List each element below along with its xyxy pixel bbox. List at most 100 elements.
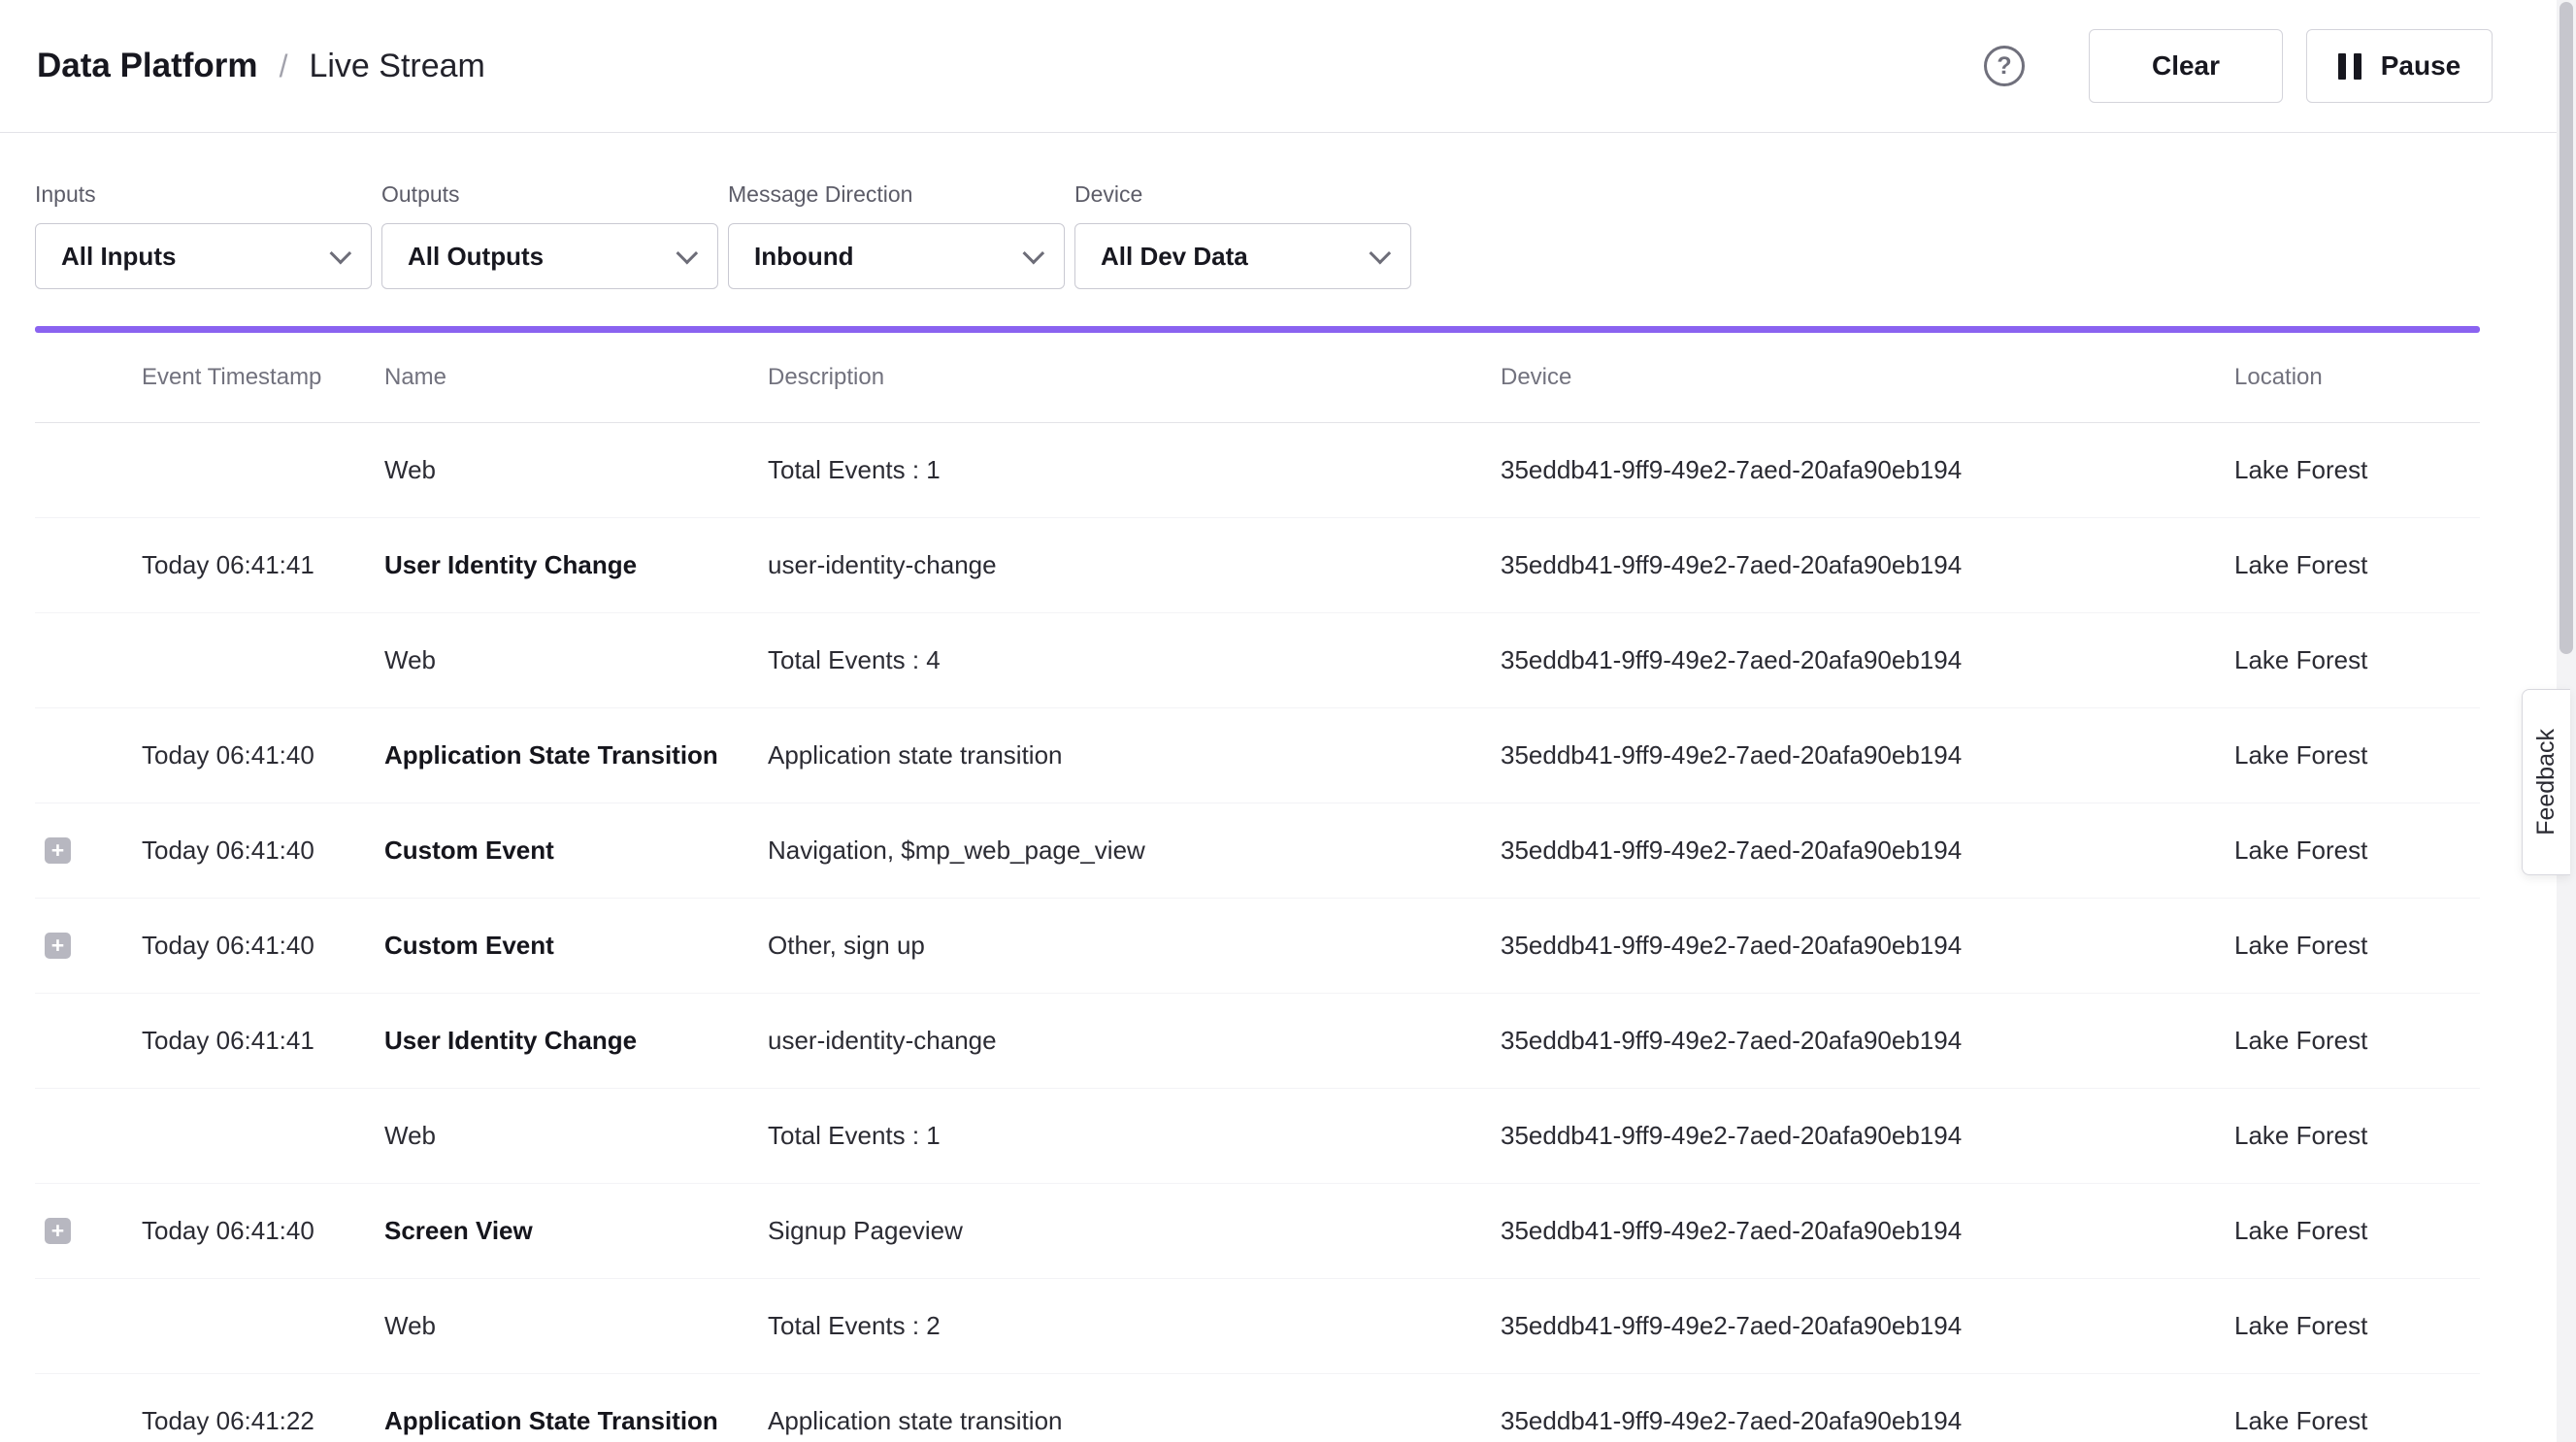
expand-cell: + xyxy=(35,1028,142,1054)
column-header-event-timestamp: Event Timestamp xyxy=(142,364,384,391)
breadcrumb-separator: / xyxy=(280,49,288,84)
scrollbar-thumb[interactable] xyxy=(2559,2,2573,654)
event-device-id: 35eddb41-9ff9-49e2-7aed-20afa90eb194 xyxy=(1501,1121,2234,1151)
event-table: Event Timestamp Name Description Device … xyxy=(35,333,2480,1442)
filter-bar: Inputs All Inputs Outputs All Outputs Me… xyxy=(0,133,2576,289)
expand-cell: + xyxy=(35,552,142,578)
expand-cell: + xyxy=(35,1218,142,1244)
column-header-device: Device xyxy=(1501,364,2234,391)
event-table-body: + Web Total Events : 1 35eddb41-9ff9-49e… xyxy=(35,423,2480,1442)
pause-button-label: Pause xyxy=(2381,50,2461,82)
event-timestamp: Today 06:41:41 xyxy=(142,550,384,580)
event-location: Lake Forest xyxy=(2234,1406,2480,1436)
expand-cell: + xyxy=(35,933,142,959)
event-description: Total Events : 1 xyxy=(768,1121,1501,1151)
column-header-location: Location xyxy=(2234,364,2480,391)
message-direction-select[interactable]: Inbound xyxy=(728,223,1065,289)
event-location: Lake Forest xyxy=(2234,645,2480,675)
filter-group-inputs: Inputs All Inputs xyxy=(35,181,372,289)
outputs-select[interactable]: All Outputs xyxy=(381,223,718,289)
expand-row-icon[interactable]: + xyxy=(45,1218,71,1244)
event-device-id: 35eddb41-9ff9-49e2-7aed-20afa90eb194 xyxy=(1501,645,2234,675)
event-name: Application State Transition xyxy=(384,740,768,770)
event-description: Application state transition xyxy=(768,740,1501,770)
chevron-down-icon xyxy=(1023,243,1045,265)
device-select-value: All Dev Data xyxy=(1101,242,1248,272)
accent-bar xyxy=(35,326,2480,333)
event-description: Total Events : 1 xyxy=(768,455,1501,485)
event-name: Web xyxy=(384,1311,768,1341)
event-row[interactable]: + Today 06:41:41 User Identity Change us… xyxy=(35,994,2480,1089)
event-device-id: 35eddb41-9ff9-49e2-7aed-20afa90eb194 xyxy=(1501,1216,2234,1246)
event-timestamp: Today 06:41:40 xyxy=(142,836,384,866)
event-device-id: 35eddb41-9ff9-49e2-7aed-20afa90eb194 xyxy=(1501,1406,2234,1436)
outputs-select-value: All Outputs xyxy=(408,242,544,272)
event-row[interactable]: + Web Total Events : 2 35eddb41-9ff9-49e… xyxy=(35,1279,2480,1374)
feedback-tab[interactable]: Feedback xyxy=(2522,689,2570,875)
page-title: Live Stream xyxy=(309,48,484,85)
expand-cell: + xyxy=(35,1408,142,1434)
event-row[interactable]: + Today 06:41:40 Application State Trans… xyxy=(35,708,2480,803)
column-header-description: Description xyxy=(768,364,1501,391)
breadcrumb-root[interactable]: Data Platform xyxy=(37,47,258,85)
event-row[interactable]: + Today 06:41:22 Application State Trans… xyxy=(35,1374,2480,1442)
event-row[interactable]: + Web Total Events : 1 35eddb41-9ff9-49e… xyxy=(35,1089,2480,1184)
event-location: Lake Forest xyxy=(2234,1216,2480,1246)
event-description: Total Events : 2 xyxy=(768,1311,1501,1341)
event-description: Navigation, $mp_web_page_view xyxy=(768,836,1501,866)
filter-label-device: Device xyxy=(1074,181,1411,208)
event-name: Web xyxy=(384,455,768,485)
event-location: Lake Forest xyxy=(2234,550,2480,580)
feedback-tab-label: Feedback xyxy=(2532,729,2560,836)
filter-group-device: Device All Dev Data xyxy=(1074,181,1411,289)
clear-button[interactable]: Clear xyxy=(2089,29,2283,103)
chevron-down-icon xyxy=(677,243,699,265)
event-device-id: 35eddb41-9ff9-49e2-7aed-20afa90eb194 xyxy=(1501,1026,2234,1056)
event-row[interactable]: + Web Total Events : 4 35eddb41-9ff9-49e… xyxy=(35,613,2480,708)
message-direction-select-value: Inbound xyxy=(754,242,854,272)
event-table-header: Event Timestamp Name Description Device … xyxy=(35,333,2480,423)
event-row[interactable]: + Today 06:41:41 User Identity Change us… xyxy=(35,518,2480,613)
event-timestamp: Today 06:41:40 xyxy=(142,740,384,770)
event-name: Screen View xyxy=(384,1216,768,1246)
event-description: Other, sign up xyxy=(768,931,1501,961)
help-icon[interactable]: ? xyxy=(1984,46,2025,86)
event-row[interactable]: + Web Total Events : 1 35eddb41-9ff9-49e… xyxy=(35,423,2480,518)
topbar-actions: ? Clear Pause xyxy=(1984,29,2493,103)
event-row[interactable]: + Today 06:41:40 Custom Event Other, sig… xyxy=(35,899,2480,994)
column-header-name: Name xyxy=(384,364,768,391)
event-name: Custom Event xyxy=(384,836,768,866)
device-select[interactable]: All Dev Data xyxy=(1074,223,1411,289)
filter-group-outputs: Outputs All Outputs xyxy=(381,181,718,289)
expand-row-icon[interactable]: + xyxy=(45,837,71,864)
event-description: Total Events : 4 xyxy=(768,645,1501,675)
expand-cell: + xyxy=(35,457,142,483)
inputs-select[interactable]: All Inputs xyxy=(35,223,372,289)
filter-group-message-direction: Message Direction Inbound xyxy=(728,181,1065,289)
event-row[interactable]: + Today 06:41:40 Screen View Signup Page… xyxy=(35,1184,2480,1279)
event-name: Application State Transition xyxy=(384,1406,768,1436)
event-row[interactable]: + Today 06:41:40 Custom Event Navigation… xyxy=(35,803,2480,899)
filter-label-inputs: Inputs xyxy=(35,181,372,208)
event-description: Application state transition xyxy=(768,1406,1501,1436)
event-location: Lake Forest xyxy=(2234,455,2480,485)
expand-cell: + xyxy=(35,1123,142,1149)
event-device-id: 35eddb41-9ff9-49e2-7aed-20afa90eb194 xyxy=(1501,931,2234,961)
pause-icon xyxy=(2338,53,2361,80)
event-timestamp: Today 06:41:22 xyxy=(142,1406,384,1436)
event-device-id: 35eddb41-9ff9-49e2-7aed-20afa90eb194 xyxy=(1501,836,2234,866)
event-location: Lake Forest xyxy=(2234,1311,2480,1341)
event-location: Lake Forest xyxy=(2234,1026,2480,1056)
expand-cell: + xyxy=(35,742,142,769)
event-description: Signup Pageview xyxy=(768,1216,1501,1246)
chevron-down-icon xyxy=(330,243,352,265)
event-device-id: 35eddb41-9ff9-49e2-7aed-20afa90eb194 xyxy=(1501,740,2234,770)
filter-label-message-direction: Message Direction xyxy=(728,181,1065,208)
expand-cell: + xyxy=(35,837,142,864)
inputs-select-value: All Inputs xyxy=(61,242,176,272)
pause-button[interactable]: Pause xyxy=(2306,29,2493,103)
event-name: Custom Event xyxy=(384,931,768,961)
event-name: Web xyxy=(384,645,768,675)
event-location: Lake Forest xyxy=(2234,836,2480,866)
expand-row-icon[interactable]: + xyxy=(45,933,71,959)
